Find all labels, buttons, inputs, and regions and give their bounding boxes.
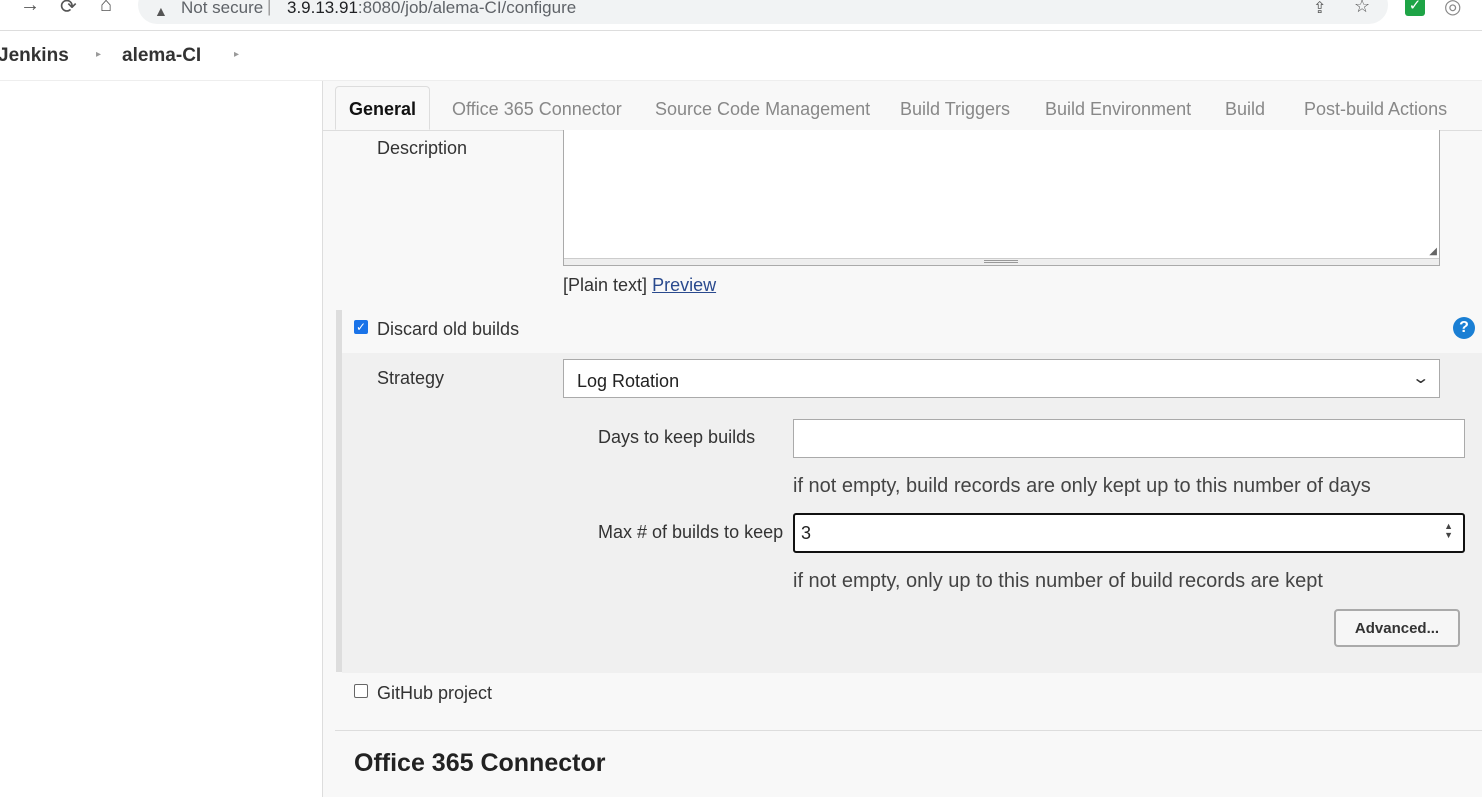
max-builds-hint: if not empty, only up to this number of … (793, 570, 1323, 592)
number-spinner-icon[interactable]: ▲ ▼ (1444, 522, 1453, 540)
advanced-button[interactable]: Advanced... (1334, 609, 1460, 647)
tab-build[interactable]: Build (1225, 99, 1265, 120)
security-label[interactable]: Not secure (181, 0, 263, 18)
config-tabbar: General Office 365 Connector Source Code… (323, 81, 1482, 131)
resize-handle-icon[interactable]: ◢ (1429, 246, 1437, 257)
max-builds-label: Max # of builds to keep (598, 522, 784, 542)
github-project-label[interactable]: GitHub project (377, 683, 492, 704)
strategy-value: Log Rotation (577, 371, 680, 391)
section-divider (335, 730, 1482, 731)
tab-build-environment[interactable]: Build Environment (1045, 99, 1191, 120)
share-icon[interactable]: ⇪ (1313, 0, 1326, 18)
textarea-drag-handle[interactable] (564, 258, 1439, 265)
strategy-label: Strategy (377, 368, 445, 388)
chevron-right-icon[interactable]: ▸ (96, 49, 101, 60)
description-label: Description (377, 138, 468, 158)
tab-source-code-management[interactable]: Source Code Management (655, 99, 870, 120)
tab-general[interactable]: General (335, 86, 431, 130)
office-365-section-title: Office 365 Connector (354, 749, 606, 777)
side-panel (0, 81, 323, 797)
discard-old-builds-label[interactable]: Discard old builds (377, 319, 519, 340)
url-separator: | (267, 0, 272, 16)
warning-icon[interactable]: ▲ (154, 3, 168, 19)
url-text[interactable]: 3.9.13.91:8080/job/alema-CI/configure (287, 0, 576, 18)
reload-icon[interactable]: ⟳ (60, 0, 77, 19)
discard-old-builds-checkbox[interactable]: ✓ (354, 320, 368, 334)
days-to-keep-hint: if not empty, build records are only kep… (793, 475, 1371, 497)
address-bar[interactable]: ▲ Not secure | 3.9.13.91:8080/job/alema-… (138, 0, 1388, 24)
url-path: :8080/job/alema-CI/configure (357, 0, 577, 17)
browser-toolbar: → ⟳ ⌂ ▲ Not secure | 3.9.13.91:8080/job/… (0, 0, 1482, 31)
url-host: 3.9.13.91 (287, 0, 358, 17)
github-project-checkbox[interactable] (354, 684, 368, 698)
chevron-down-icon[interactable]: ⌄ (1411, 368, 1430, 388)
breadcrumb: Jenkins ▸ alema-CI ▸ (0, 31, 1482, 81)
config-form: General Office 365 Connector Source Code… (323, 81, 1482, 797)
days-to-keep-label: Days to keep builds (598, 427, 756, 447)
max-builds-value: 3 (801, 523, 812, 543)
breadcrumb-item-jenkins[interactable]: Jenkins (0, 45, 69, 67)
forward-icon[interactable]: → (20, 0, 40, 17)
help-icon[interactable]: ? (1453, 317, 1475, 339)
breadcrumb-item-job[interactable]: alema-CI (122, 45, 201, 67)
extension-check-icon[interactable]: ✓ (1405, 0, 1425, 16)
max-builds-input[interactable]: 3 ▲ ▼ (793, 513, 1465, 553)
days-to-keep-input[interactable] (793, 419, 1465, 458)
plain-text-label: [Plain text] (563, 275, 648, 295)
tab-build-triggers[interactable]: Build Triggers (900, 99, 1010, 120)
format-note: [Plain text] Preview (563, 275, 716, 296)
strategy-select[interactable]: Log Rotation ⌄ (563, 359, 1440, 398)
description-textarea[interactable]: ◢ (563, 130, 1440, 266)
chevron-right-icon[interactable]: ▸ (234, 49, 239, 60)
bookmark-star-icon[interactable]: ☆ (1354, 0, 1370, 17)
extension-icon[interactable]: ◎ (1444, 0, 1461, 19)
home-icon[interactable]: ⌂ (100, 0, 112, 17)
preview-link[interactable]: Preview (652, 275, 716, 295)
tab-post-build-actions[interactable]: Post-build Actions (1304, 99, 1447, 120)
tab-office-365-connector[interactable]: Office 365 Connector (452, 99, 622, 120)
